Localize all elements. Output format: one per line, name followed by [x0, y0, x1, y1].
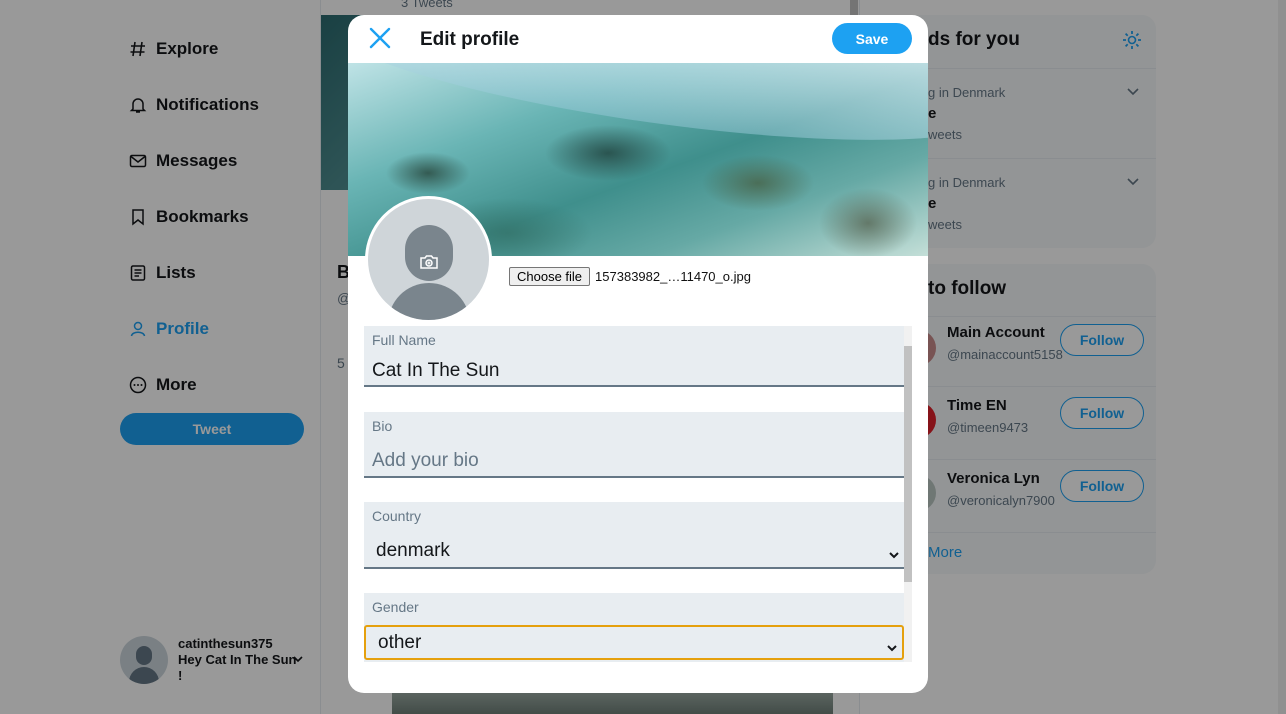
- dialog-title: Edit profile: [420, 29, 520, 50]
- close-icon[interactable]: [368, 26, 392, 50]
- full-name-input[interactable]: Cat In The Sun: [372, 360, 499, 382]
- file-upload: Choose file 157383982_…11470_o.jpg: [509, 267, 751, 286]
- country-select[interactable]: denmark: [364, 534, 904, 569]
- chevron-down-icon: [888, 545, 900, 567]
- profile-form: Full Name Cat In The Sun Bio Add your bi…: [348, 326, 928, 662]
- dialog-header: Edit profile Save: [348, 15, 928, 63]
- gender-field: Gender other: [364, 593, 904, 662]
- field-label: Bio: [372, 418, 393, 434]
- form-scrollbar-thumb[interactable]: [904, 346, 912, 582]
- edit-profile-dialog: Edit profile Save Choose file 157383982_…: [348, 15, 928, 693]
- camera-icon: [418, 251, 440, 273]
- selected-file-name: 157383982_…11470_o.jpg: [595, 269, 751, 284]
- field-label: Full Name: [372, 332, 436, 348]
- gender-select[interactable]: other: [364, 625, 904, 660]
- save-button[interactable]: Save: [832, 23, 912, 54]
- choose-file-button[interactable]: Choose file: [509, 267, 591, 286]
- field-label: Gender: [372, 599, 419, 615]
- full-name-field[interactable]: Full Name Cat In The Sun: [364, 326, 904, 387]
- chevron-down-icon: [886, 638, 898, 660]
- bio-field[interactable]: Bio Add your bio: [364, 412, 904, 478]
- country-field: Country denmark: [364, 502, 904, 569]
- field-label: Country: [372, 508, 422, 524]
- avatar-upload[interactable]: [365, 196, 492, 323]
- gender-select-value: other: [378, 631, 422, 653]
- country-select-value: denmark: [376, 539, 450, 561]
- bio-input[interactable]: Add your bio: [372, 450, 479, 472]
